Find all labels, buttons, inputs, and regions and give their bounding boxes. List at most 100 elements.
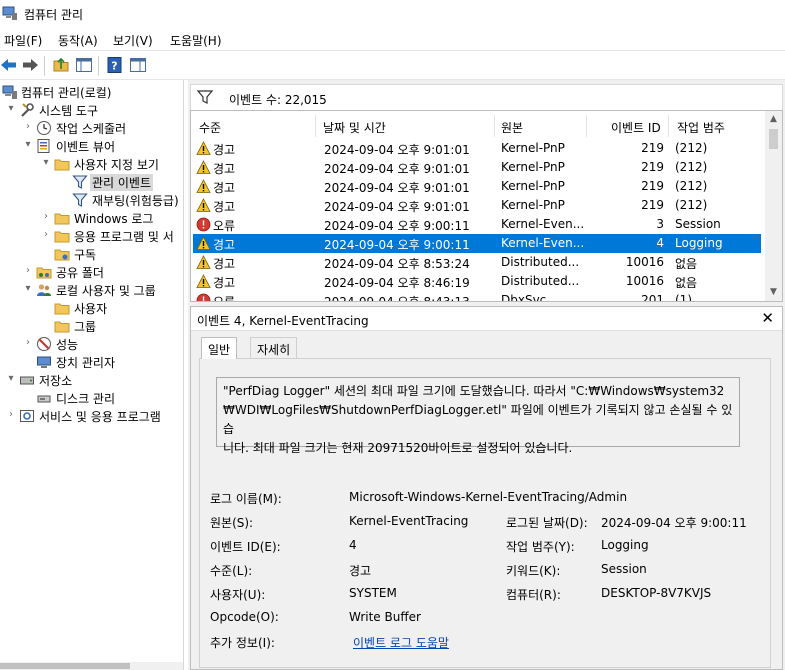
- tree-item[interactable]: 디스크 관리: [0, 389, 183, 407]
- table-row[interactable]: 오류 2024-09-04 오후 9:00:11 Kernel-Even... 3 Se…: [193, 215, 761, 234]
- cell-level: 오류: [213, 219, 236, 233]
- event-list-scrollbar[interactable]: ▲ ▼: [765, 111, 782, 301]
- level-label: 수준(L):: [210, 564, 253, 578]
- scroll-down-arrow-icon[interactable]: ▼: [765, 284, 782, 301]
- warning-icon: [196, 198, 211, 213]
- cell-date: 2024-09-04 오후 9:01:01: [324, 181, 470, 195]
- column-header-source[interactable]: 원본: [501, 119, 523, 136]
- tree-item-label: 응용 프로그램 및 서: [74, 230, 174, 244]
- folder-icon: [54, 300, 70, 316]
- table-row[interactable]: 경고 2024-09-04 오후 9:01:01 Kernel-PnP 219 (212…: [193, 177, 761, 196]
- table-row[interactable]: 경고 2024-09-04 오후 9:00:11 Kernel-Even... 4 Lo…: [193, 234, 761, 253]
- table-row[interactable]: 경고 2024-09-04 오후 8:46:19 Distributed... 100…: [193, 272, 761, 291]
- tree-item[interactable]: 컴퓨터 관리(로컬): [0, 83, 183, 101]
- cell-date: 2024-09-04 오후 9:00:11: [324, 219, 470, 233]
- event-detail-title: 이벤트 4, Kernel-EventTracing: [197, 314, 369, 328]
- menu-help[interactable]: 도움말(H): [170, 32, 222, 49]
- cell-level: 경고: [213, 162, 236, 176]
- console-tree: 컴퓨터 관리(로컬) ▾ 시스템 도구 › 작업 스케줄러 ▾ 이벤트 뷰어 ▾ 사용자 지정 …: [0, 80, 184, 670]
- warning-icon: [196, 236, 211, 251]
- tree-item[interactable]: ▾ 이벤트 뷰어: [0, 137, 183, 155]
- chevron-right-icon[interactable]: ›: [22, 337, 34, 349]
- close-icon[interactable]: ✕: [761, 309, 774, 327]
- tree-item[interactable]: 구독: [0, 245, 183, 263]
- tree-item[interactable]: ▾ 시스템 도구: [0, 101, 183, 119]
- computer-management-icon: [2, 6, 17, 20]
- tree-item[interactable]: › 성능: [0, 335, 183, 353]
- toolbar-separator: [98, 56, 99, 76]
- cell-event-id: 10016: [625, 274, 664, 288]
- tab-details[interactable]: 자세히: [250, 337, 298, 359]
- scrollbar-thumb[interactable]: [769, 129, 778, 149]
- tree-item[interactable]: › 응용 프로그램 및 서: [0, 227, 183, 245]
- tree-item[interactable]: 그룹: [0, 317, 183, 335]
- tree-item[interactable]: ▾ 사용자 지정 보기: [0, 155, 183, 173]
- cell-task-category: 없음: [675, 276, 698, 290]
- table-row[interactable]: 경고 2024-09-04 오후 9:01:01 Kernel-PnP 219 (212…: [193, 158, 761, 177]
- menu-view[interactable]: 보기(V): [113, 32, 153, 49]
- warning-icon: [196, 255, 211, 270]
- up-folder-icon[interactable]: [52, 56, 70, 74]
- tree-item[interactable]: › 공유 폴더: [0, 263, 183, 281]
- scrollbar-thumb[interactable]: [0, 663, 130, 669]
- chevron-right-icon[interactable]: ›: [22, 265, 34, 277]
- back-arrow-icon[interactable]: [0, 56, 18, 74]
- tab-general[interactable]: 일반: [201, 337, 238, 359]
- table-row[interactable]: 경고 2024-09-04 오후 9:01:01 Kernel-PnP 219 (212…: [193, 139, 761, 158]
- tree-horizontal-scrollbar[interactable]: [0, 662, 183, 670]
- cell-level: 경고: [213, 276, 236, 290]
- cell-task-category: Logging: [675, 236, 723, 250]
- chevron-down-icon[interactable]: ▾: [22, 139, 34, 151]
- help-icon[interactable]: ?: [106, 56, 124, 74]
- column-header-date[interactable]: 날짜 및 시간: [323, 119, 386, 136]
- tree-item-label: 사용자 지정 보기: [74, 158, 159, 172]
- cell-event-id: 219: [641, 198, 664, 212]
- chevron-down-icon[interactable]: ▾: [22, 283, 34, 295]
- cell-date: 2024-09-04 오후 9:00:11: [324, 238, 470, 252]
- cell-source: Distributed...: [501, 255, 580, 269]
- cell-task-category: 없음: [675, 257, 698, 271]
- keywords-label: 키워드(K):: [506, 564, 561, 578]
- show-hide-action-pane-icon[interactable]: [129, 56, 147, 74]
- performance-icon: [36, 336, 52, 352]
- filter-bar: 이벤트 수: 22,015: [190, 84, 783, 110]
- logged-date-label: 로그된 날짜(D):: [506, 516, 588, 530]
- cell-event-id: 219: [641, 141, 664, 155]
- chevron-right-icon[interactable]: ›: [5, 409, 17, 421]
- chevron-down-icon[interactable]: ▾: [40, 157, 52, 169]
- tree-item[interactable]: 관리 이벤트: [0, 173, 183, 191]
- tree-item-label: 관리 이벤트: [90, 174, 154, 191]
- tree-item-label: 구독: [74, 248, 97, 262]
- tree-item[interactable]: ▾ 로컬 사용자 및 그룹: [0, 281, 183, 299]
- table-row[interactable]: 경고 2024-09-04 오후 8:53:24 Distributed... 100…: [193, 253, 761, 272]
- chevron-down-icon[interactable]: ▾: [5, 103, 17, 115]
- chevron-right-icon[interactable]: ›: [40, 211, 52, 223]
- tree-item[interactable]: ▾ 저장소: [0, 371, 183, 389]
- column-header-task-category[interactable]: 작업 범주: [677, 119, 725, 136]
- table-row[interactable]: 오류 2024-09-04 오후 8:43:13 DbxSvc 201 (1): [193, 291, 761, 301]
- menu-file[interactable]: 파일(F): [4, 32, 42, 49]
- show-hide-console-tree-icon[interactable]: [75, 56, 93, 74]
- general-tab-panel: "PerfDiag Logger" 세션의 최대 파일 크기에 도달했습니다. …: [199, 358, 771, 668]
- tree-item[interactable]: 사용자: [0, 299, 183, 317]
- forward-arrow-icon[interactable]: [21, 56, 39, 74]
- cell-level: 경고: [213, 238, 236, 252]
- tree-item[interactable]: › Windows 로그: [0, 209, 183, 227]
- menu-action[interactable]: 동작(A): [58, 32, 98, 49]
- chevron-right-icon[interactable]: ›: [40, 229, 52, 241]
- tree-item[interactable]: › 작업 스케줄러: [0, 119, 183, 137]
- table-row[interactable]: 경고 2024-09-04 오후 9:01:01 Kernel-PnP 219 (212…: [193, 196, 761, 215]
- opcode-label: Opcode(O):: [210, 610, 279, 624]
- tree-item[interactable]: › 서비스 및 응용 프로그램: [0, 407, 183, 425]
- column-header-level[interactable]: 수준: [199, 119, 221, 136]
- event-log-help-link[interactable]: 이벤트 로그 도움말: [353, 634, 449, 651]
- chevron-down-icon[interactable]: ▾: [5, 373, 17, 385]
- column-divider: [668, 115, 669, 137]
- scroll-up-arrow-icon[interactable]: ▲: [765, 111, 782, 128]
- column-header-event-id[interactable]: 이벤트 ID: [611, 119, 661, 136]
- tree-item[interactable]: 장치 관리자: [0, 353, 183, 371]
- tree-item[interactable]: 재부팅(위험등급): [0, 191, 183, 209]
- tree-item-label: 시스템 도구: [39, 104, 99, 118]
- chevron-right-icon[interactable]: ›: [22, 121, 34, 133]
- user-label: 사용자(U):: [210, 588, 266, 602]
